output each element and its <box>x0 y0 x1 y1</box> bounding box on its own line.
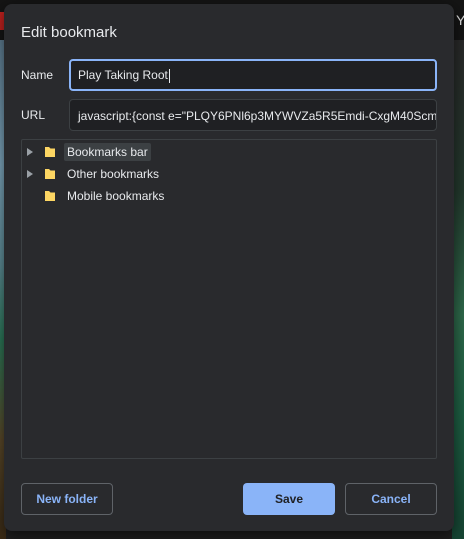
url-label: URL <box>21 108 46 122</box>
tree-item-other-bookmarks[interactable]: Other bookmarks <box>22 163 162 185</box>
tree-item-label: Mobile bookmarks <box>67 189 165 203</box>
background-partial-text: Y <box>456 12 464 28</box>
url-input-value: javascript:{const e="PLQY6PNl6p3MYWVZa5R… <box>78 109 437 123</box>
name-label: Name <box>21 68 54 82</box>
cancel-button[interactable]: Cancel <box>345 483 437 515</box>
edit-bookmark-dialog: Edit bookmark Name Play Taking Root URL … <box>4 4 454 531</box>
tree-item-bookmarks-bar[interactable]: Bookmarks bar <box>22 141 151 163</box>
name-input-value: Play Taking Root <box>78 68 168 82</box>
folder-icon <box>44 190 56 202</box>
url-input[interactable]: javascript:{const e="PLQY6PNl6p3MYWVZa5R… <box>69 99 437 131</box>
new-folder-button[interactable]: New folder <box>21 483 113 515</box>
dialog-title: Edit bookmark <box>21 24 117 41</box>
name-input[interactable]: Play Taking Root <box>69 59 437 91</box>
tree-item-mobile-bookmarks[interactable]: Mobile bookmarks <box>22 185 167 207</box>
folder-icon <box>44 168 56 180</box>
folder-icon <box>44 146 56 158</box>
save-button[interactable]: Save <box>243 483 335 515</box>
expand-arrow-icon[interactable] <box>22 170 38 178</box>
text-caret <box>168 68 170 83</box>
expand-arrow-icon[interactable] <box>22 148 38 156</box>
tree-item-label: Bookmarks bar <box>64 143 151 161</box>
tree-item-label: Other bookmarks <box>67 167 160 181</box>
folder-tree[interactable]: Bookmarks bar Other bookmarks Mobile boo… <box>21 139 437 459</box>
